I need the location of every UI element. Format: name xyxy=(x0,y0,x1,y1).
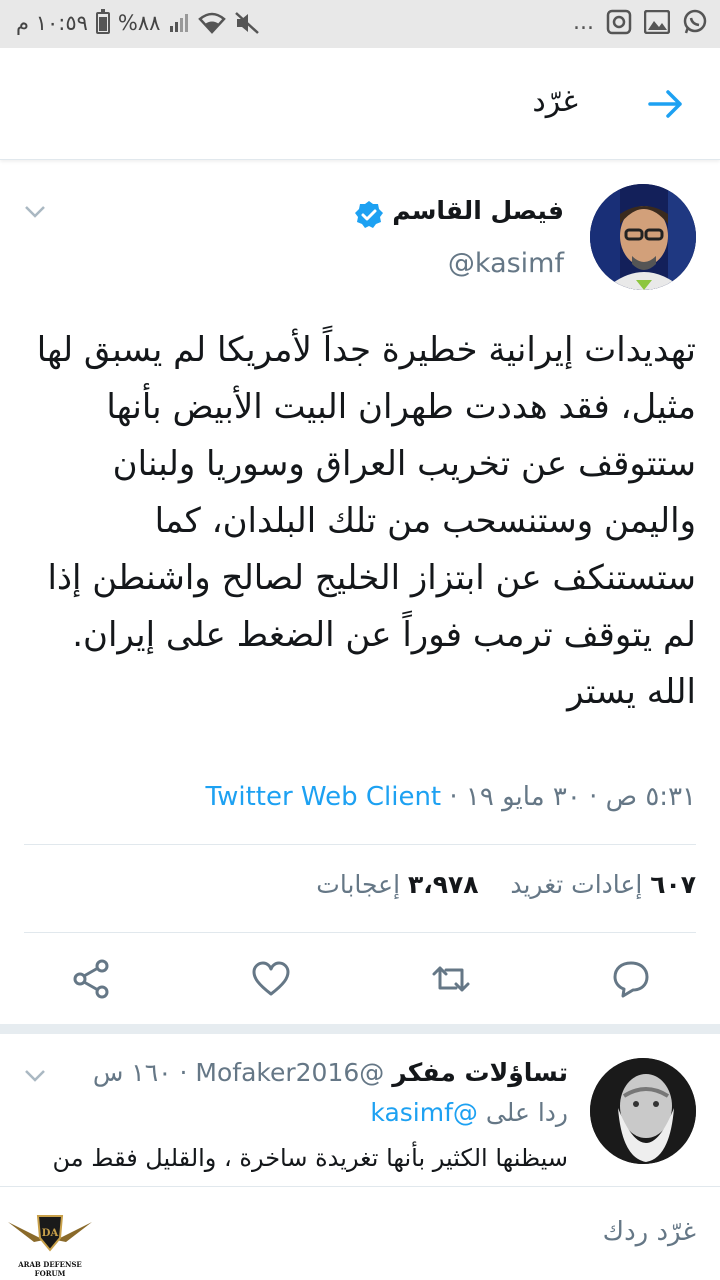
watermark-emblem: DA xyxy=(6,1215,94,1252)
chevron-down-icon[interactable] xyxy=(22,202,48,222)
retweets-label[interactable]: إعادات تغريد xyxy=(510,870,642,899)
divider xyxy=(24,844,696,845)
svg-text:DA: DA xyxy=(42,1228,59,1239)
whatsapp-icon xyxy=(683,9,707,34)
section-separator xyxy=(0,1024,720,1034)
replying-to: ردا على @kasimf xyxy=(370,1098,568,1127)
battery-icon xyxy=(95,9,110,34)
reply-icon[interactable] xyxy=(610,958,652,1000)
reply-header: تساؤلات مفكر @Mofaker2016 · ١٦٠ س xyxy=(92,1058,568,1087)
reply-text: سيظنها الكثير بأنها تغريدة ساخرة ، والقل… xyxy=(52,1144,568,1172)
compose-bar[interactable]: غرّد ردك xyxy=(0,1186,720,1280)
mute-icon xyxy=(235,12,260,34)
status-time: ١٠:٥٩ م xyxy=(16,11,88,35)
gallery-icon xyxy=(644,10,670,34)
retweet-icon[interactable] xyxy=(430,958,472,1000)
app-bar: غرّد xyxy=(0,48,720,160)
page-title: غرّد xyxy=(532,84,578,119)
wifi-icon xyxy=(198,12,227,34)
avatar-portrait xyxy=(590,184,696,290)
watermark-logo: DA ARAB DEFENSE FORUM xyxy=(4,1208,96,1278)
compose-input[interactable]: غرّد ردك xyxy=(603,1217,696,1247)
replying-label: ردا على xyxy=(485,1098,568,1127)
retweets-count[interactable]: ٦٠٧ xyxy=(650,870,696,899)
arrow-right-icon[interactable] xyxy=(646,84,686,124)
author-name[interactable]: فيصل القاسم xyxy=(392,196,564,225)
verified-icon xyxy=(355,201,383,228)
reply-author-name[interactable]: تساؤلات مفكر xyxy=(392,1058,568,1087)
notification-icon xyxy=(606,9,632,35)
likes-label[interactable]: إعجابات xyxy=(316,870,400,899)
reply-time: ١٦٠ س xyxy=(92,1058,172,1087)
like-icon[interactable] xyxy=(250,958,292,1000)
status-bar: ١٠:٥٩ م %٨٨ ... xyxy=(0,0,720,48)
tweet-stats: ٦٠٧ إعادات تغريد ٣،٩٧٨ إعجابات xyxy=(316,870,696,899)
tweet-client[interactable]: Twitter Web Client xyxy=(206,782,442,812)
chevron-down-icon[interactable] xyxy=(22,1066,48,1086)
tweet-timestamp: ٥:٣١ ص · ٣٠ مايو ١٩ · xyxy=(441,782,696,812)
avatar[interactable] xyxy=(590,184,696,290)
reply-author-handle[interactable]: @Mofaker2016 xyxy=(195,1058,384,1087)
tweet-actions xyxy=(0,958,720,1012)
tweet-meta: ٥:٣١ ص · ٣٠ مايو ١٩ · Twitter Web Client xyxy=(206,782,697,812)
watermark-text: ARAB DEFENSE FORUM xyxy=(18,1260,82,1278)
author-handle[interactable]: @kasimf xyxy=(448,248,564,279)
replying-mention[interactable]: @kasimf xyxy=(370,1098,477,1127)
reply-avatar[interactable] xyxy=(590,1058,696,1164)
status-left: ١٠:٥٩ م %٨٨ xyxy=(16,9,260,35)
tweet-text: تهديدات إيرانية خطيرة جداً لأمريكا لم يس… xyxy=(36,330,696,712)
share-icon[interactable] xyxy=(70,958,112,1000)
reply-avatar-portrait xyxy=(590,1058,696,1164)
status-more: ... xyxy=(573,9,594,35)
signal-icon xyxy=(170,14,189,32)
battery-percent: %٨٨ xyxy=(117,11,161,35)
divider xyxy=(24,932,696,933)
likes-count[interactable]: ٣،٩٧٨ xyxy=(408,870,479,899)
status-right: ... xyxy=(573,9,708,35)
